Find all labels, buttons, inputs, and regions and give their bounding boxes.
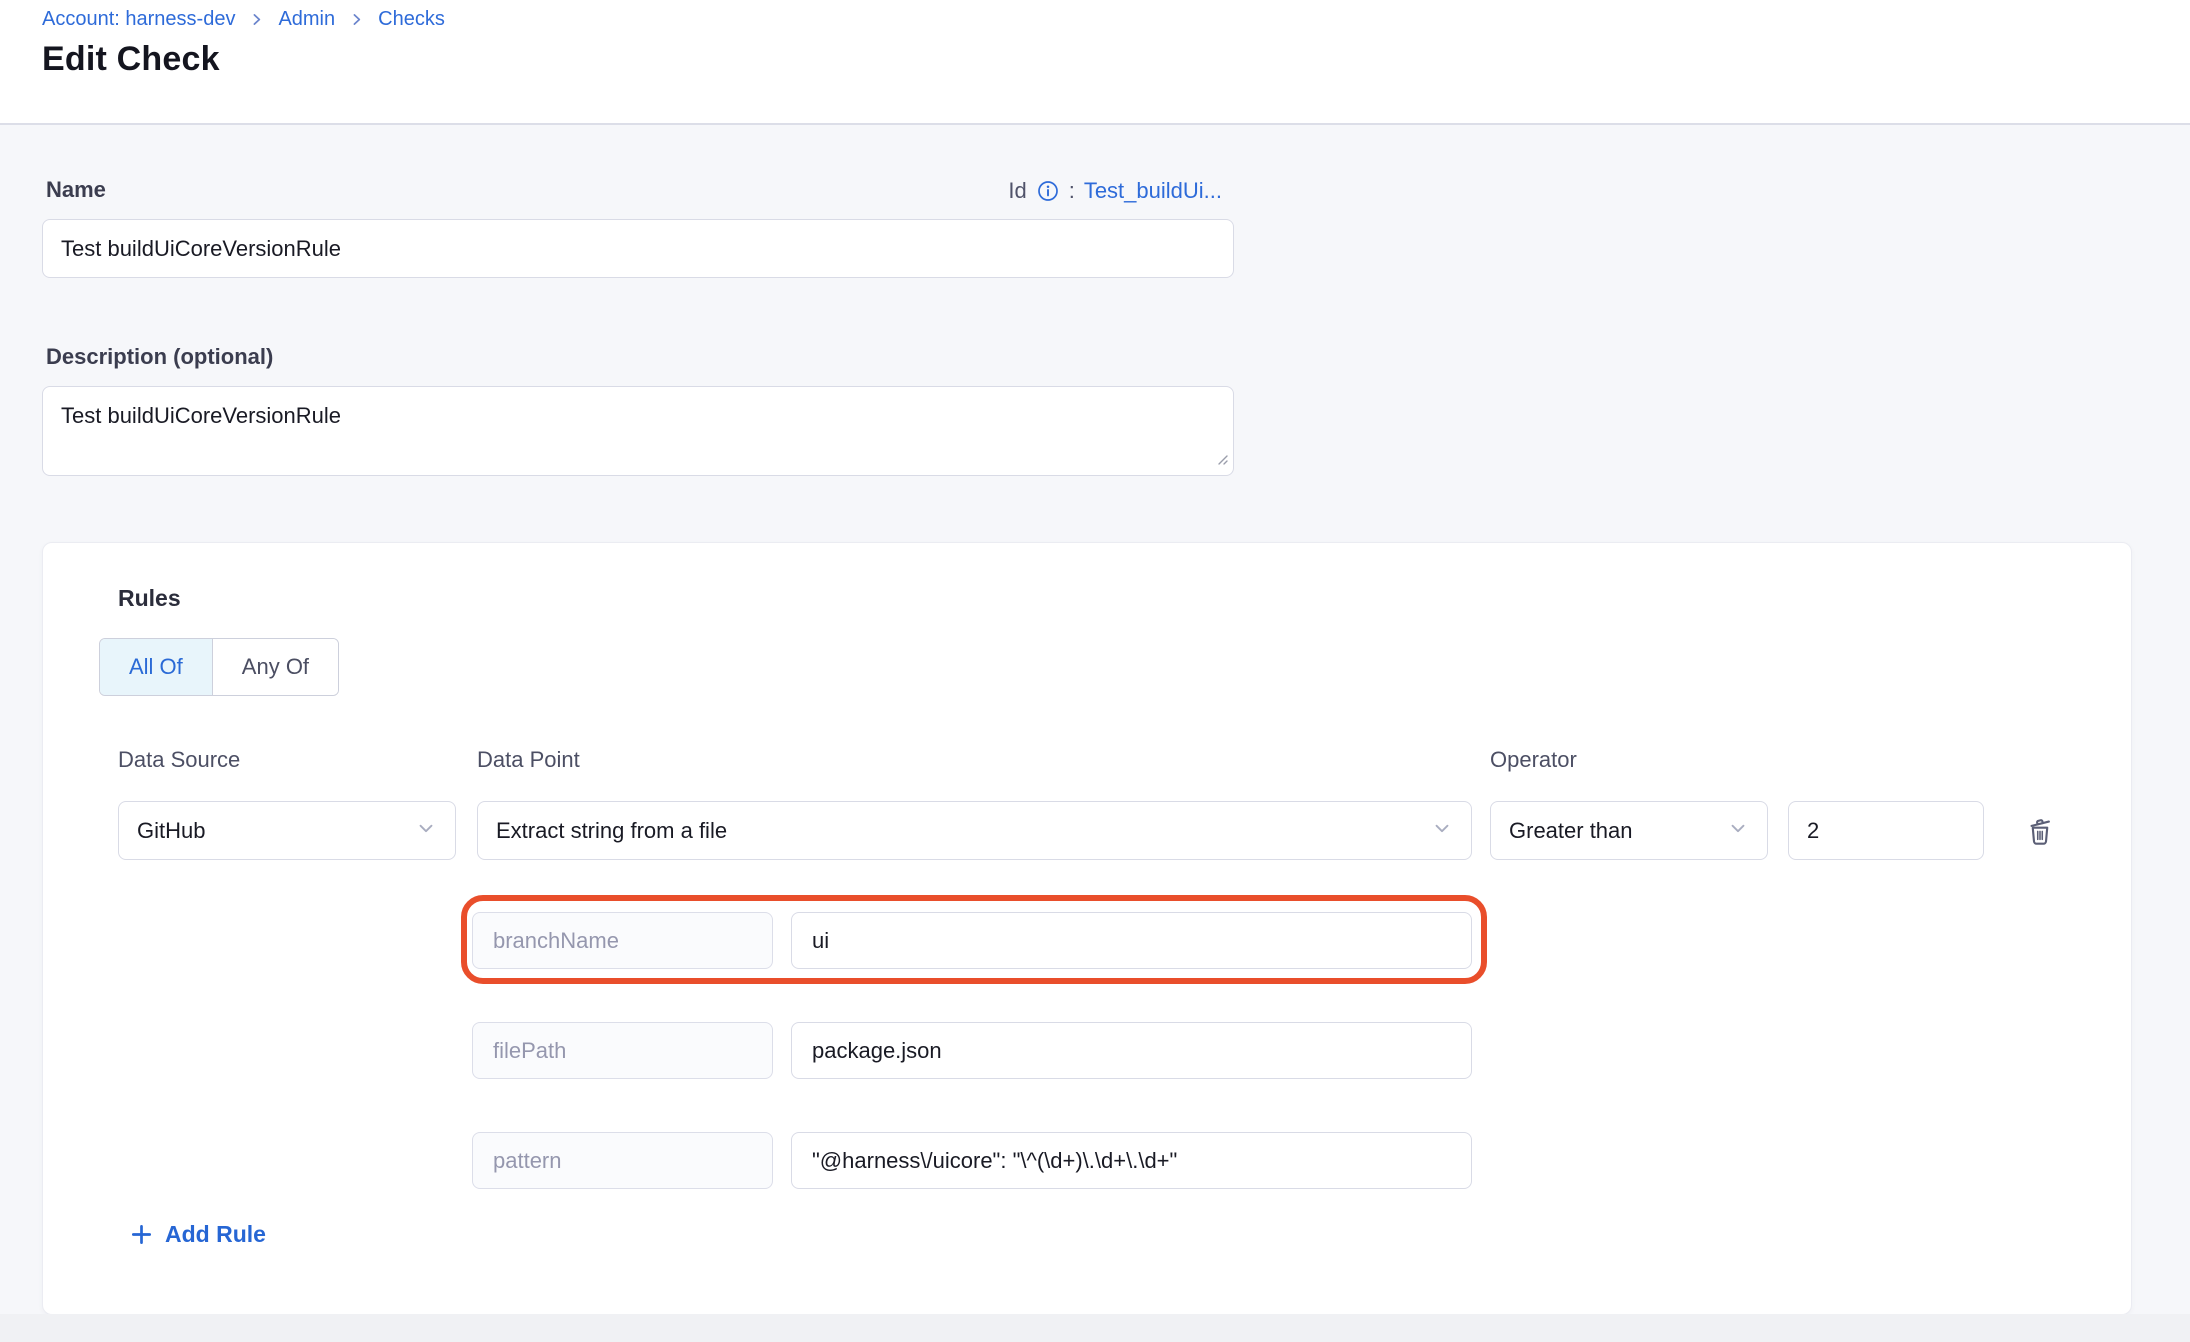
operator-value: Greater than [1509, 818, 1633, 844]
param-value-branchname[interactable] [791, 912, 1472, 969]
operator-select[interactable]: Greater than [1490, 801, 1768, 860]
any-of-button[interactable]: Any Of [212, 639, 338, 695]
trash-icon [2023, 813, 2057, 847]
chevron-right-icon [248, 11, 265, 28]
id-label: Id [1008, 178, 1026, 204]
info-icon[interactable] [1036, 179, 1060, 203]
data-source-value: GitHub [137, 818, 205, 844]
operator-label: Operator [1490, 747, 1577, 773]
add-rule-button[interactable]: Add Rule [129, 1221, 266, 1248]
page-title: Edit Check [42, 40, 220, 79]
chevron-right-icon [348, 11, 365, 28]
rules-card: Rules All Of Any Of Data Source Data Poi… [42, 542, 2132, 1315]
breadcrumb-link-account[interactable]: Account: harness-dev [42, 8, 235, 31]
breadcrumb-link-admin[interactable]: Admin [278, 8, 335, 31]
id-separator: : [1069, 178, 1075, 204]
breadcrumb-link-checks[interactable]: Checks [378, 8, 445, 31]
param-value-pattern[interactable] [791, 1132, 1472, 1189]
edit-check-page: Account: harness-dev Admin Checks Edit C… [0, 0, 2190, 1342]
page-header: Account: harness-dev Admin Checks Edit C… [0, 0, 2190, 125]
param-key-filepath [472, 1022, 773, 1079]
resize-grip-icon[interactable] [1212, 449, 1229, 471]
chevron-down-icon [1727, 817, 1749, 845]
name-label: Name [46, 177, 106, 203]
data-source-label: Data Source [118, 747, 240, 773]
param-key-pattern [472, 1132, 773, 1189]
plus-icon [129, 1222, 154, 1247]
param-key-branchname [472, 912, 773, 969]
page-bottom-strip [0, 1314, 2190, 1342]
data-point-label: Data Point [477, 747, 580, 773]
data-point-select[interactable]: Extract string from a file [477, 801, 1472, 860]
name-input[interactable] [42, 219, 1234, 278]
rule-match-toggle: All Of Any Of [99, 638, 339, 696]
entity-id-row: Id : Test_buildUi... [1008, 178, 1222, 204]
chevron-down-icon [1431, 817, 1453, 845]
all-of-button[interactable]: All Of [100, 639, 212, 695]
delete-rule-button[interactable] [2015, 805, 2065, 855]
id-value-link[interactable]: Test_buildUi... [1084, 178, 1222, 204]
operator-value-input[interactable] [1788, 801, 1984, 860]
breadcrumb: Account: harness-dev Admin Checks [42, 8, 445, 31]
add-rule-label: Add Rule [165, 1221, 266, 1248]
rules-label: Rules [118, 585, 181, 612]
data-source-select[interactable]: GitHub [118, 801, 456, 860]
chevron-down-icon [415, 817, 437, 845]
description-field: Test buildUiCoreVersionRule [42, 386, 1234, 476]
param-value-filepath[interactable] [791, 1022, 1472, 1079]
description-label: Description (optional) [46, 344, 273, 370]
description-textarea[interactable]: Test buildUiCoreVersionRule [42, 386, 1234, 476]
data-point-value: Extract string from a file [496, 818, 727, 844]
